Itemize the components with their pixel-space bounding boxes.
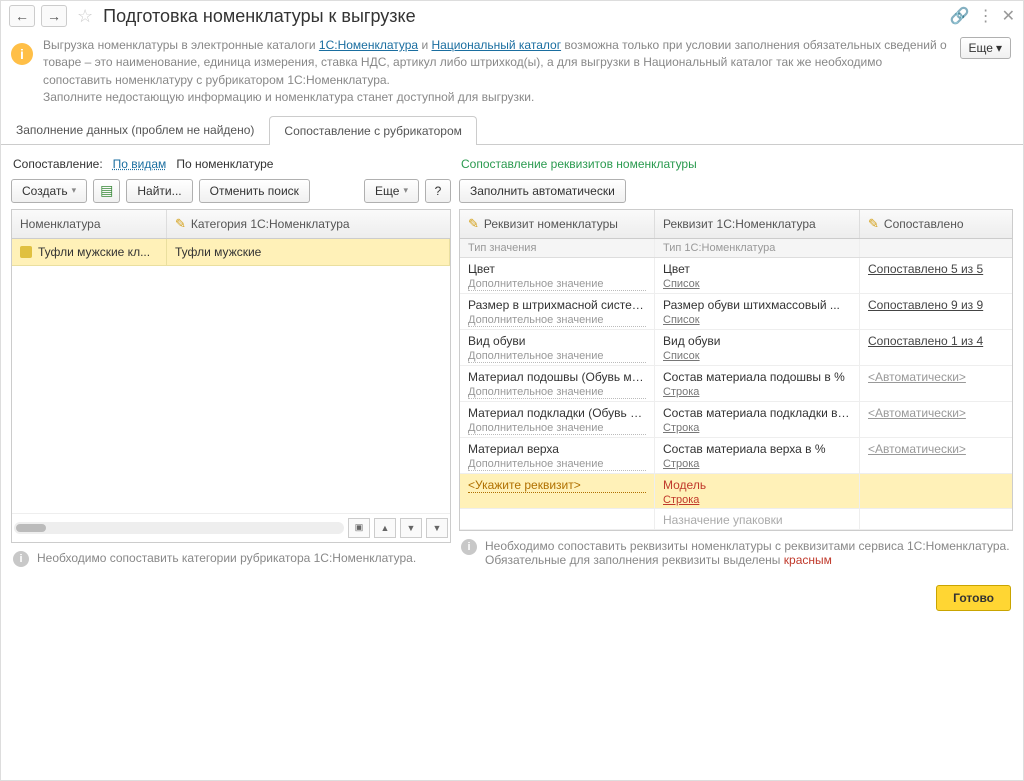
spreadsheet-icon: ▤ [100, 182, 113, 199]
col-nomenclature[interactable]: Номенклатура [12, 210, 167, 238]
table-row-selected[interactable]: <Укажите реквизит>МодельСтрока [460, 474, 1012, 509]
table-row[interactable]: Материал подошвы (Обувь ма...Дополнитель… [460, 366, 1012, 402]
grid-nav-first[interactable]: ▣ [348, 518, 370, 538]
auto-match-label[interactable]: <Автоматически> [868, 406, 1004, 420]
horizontal-scrollbar[interactable] [14, 522, 344, 534]
cancel-search-button[interactable]: Отменить поиск [199, 179, 310, 203]
hint-icon: i [461, 539, 477, 555]
grid-nav-down[interactable]: ▼ [400, 518, 422, 538]
table-row[interactable]: ЦветДополнительное значениеЦветСписокСоп… [460, 258, 1012, 294]
match-link[interactable]: Сопоставлено 5 из 5 [868, 262, 1004, 276]
row-name: Туфли мужские кл... [38, 245, 150, 259]
pencil-icon: ✎ [868, 216, 879, 232]
nav-forward-button[interactable]: → [41, 5, 67, 27]
match-link[interactable]: Сопоставлено 1 из 4 [868, 334, 1004, 348]
table-row[interactable]: Материал подкладки (Обувь м...Дополнител… [460, 402, 1012, 438]
table-row[interactable]: Вид обувиДополнительное значениеВид обув… [460, 330, 1012, 366]
chevron-down-icon: ▾ [996, 41, 1002, 55]
ready-button[interactable]: Готово [936, 585, 1011, 611]
pencil-icon: ✎ [175, 216, 186, 232]
link-icon[interactable]: 🔗 [950, 6, 970, 26]
left-hint-text: Необходимо сопоставить категории рубрика… [37, 551, 416, 565]
page-title: Подготовка номенклатуры к выгрузке [103, 6, 944, 27]
auto-match-label[interactable]: <Автоматически> [868, 442, 1004, 456]
col-requisite-1c[interactable]: Реквизит 1С:Номенклатура [655, 210, 860, 238]
right-hint-text: Необходимо сопоставить реквизиты номенкл… [485, 539, 1011, 567]
col-requisite[interactable]: ✎Реквизит номенклатуры [460, 210, 655, 238]
auto-match-label[interactable]: <Автоматически> [868, 370, 1004, 384]
spreadsheet-button[interactable]: ▤ [93, 179, 120, 203]
hint-icon: i [13, 551, 29, 567]
auto-fill-button[interactable]: Заполнить автоматически [459, 179, 626, 203]
subheader-type-1c: Тип 1С:Номенклатура [655, 239, 860, 257]
table-row[interactable]: Размер в штрихмасной системеДополнительн… [460, 294, 1012, 330]
col-category[interactable]: ✎Категория 1С:Номенклатура [167, 210, 450, 238]
more-button-top[interactable]: Еще▾ [960, 37, 1011, 59]
help-button[interactable]: ? [425, 179, 451, 203]
mode-by-nomenclature[interactable]: По номенклатуре [176, 157, 273, 171]
match-label: Сопоставление: [13, 157, 103, 171]
right-pane-title: Сопоставление реквизитов номенклатуры [459, 153, 1013, 179]
kebab-menu-icon[interactable]: ⋮ [978, 6, 994, 26]
grid-nav-up[interactable]: ▲ [374, 518, 396, 538]
close-icon[interactable]: ✕ [1002, 6, 1015, 26]
table-row[interactable]: Туфли мужские кл... Туфли мужские [12, 239, 450, 266]
favorite-star-icon[interactable]: ☆ [73, 6, 97, 27]
nav-back-button[interactable]: ← [9, 5, 35, 27]
link-national-catalog[interactable]: Национальный каталог [431, 38, 561, 52]
tab-fill-data[interactable]: Заполнение данных (проблем не найдено) [1, 115, 269, 144]
row-category: Туфли мужские [167, 239, 450, 265]
link-1c-nomenclature[interactable]: 1С:Номенклатура [319, 38, 418, 52]
info-icon: i [11, 43, 33, 65]
create-button[interactable]: Создать▾ [11, 179, 87, 203]
item-icon [20, 246, 32, 258]
select-requisite-placeholder[interactable]: <Укажите реквизит> [468, 478, 646, 493]
pencil-icon: ✎ [468, 216, 479, 232]
grid-nav-last[interactable]: ▼ [426, 518, 448, 538]
subheader-type: Тип значения [460, 239, 655, 257]
col-matched[interactable]: ✎Сопоставлено [860, 210, 1012, 238]
chevron-down-icon: ▾ [403, 185, 408, 196]
chevron-down-icon: ▾ [72, 185, 77, 196]
mode-by-types[interactable]: По видам [113, 157, 167, 171]
info-banner-text: Выгрузка номенклатуры в электронные ката… [43, 37, 950, 107]
table-row[interactable]: Материал верхаДополнительное значениеСос… [460, 438, 1012, 474]
tab-matching[interactable]: Сопоставление с рубрикатором [269, 116, 476, 145]
match-link[interactable]: Сопоставлено 9 из 9 [868, 298, 1004, 312]
find-button[interactable]: Найти... [126, 179, 192, 203]
more-button-left[interactable]: Еще▾ [364, 179, 419, 203]
